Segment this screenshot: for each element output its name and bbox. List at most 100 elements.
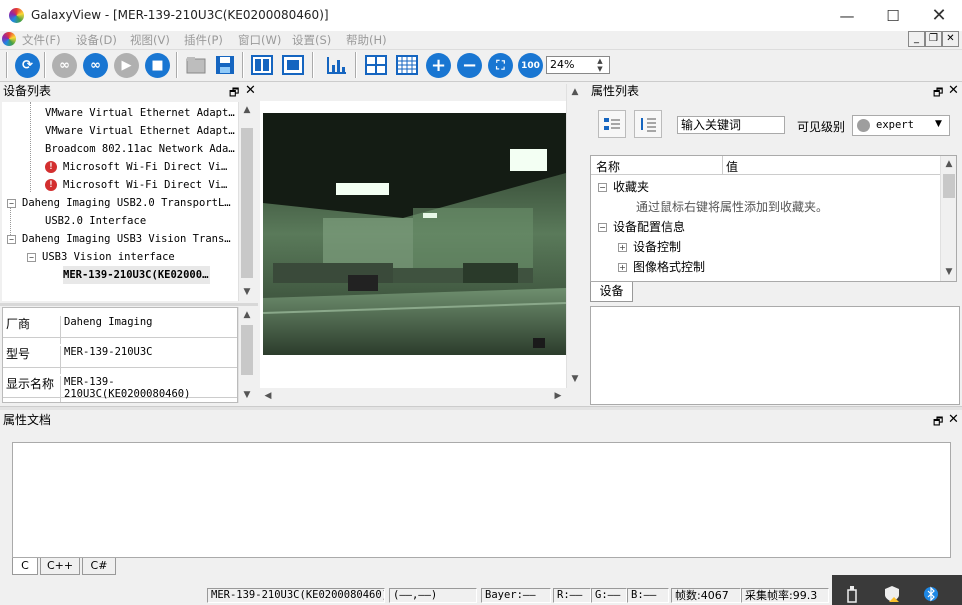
minimize-button[interactable]: — (824, 0, 870, 31)
image-view[interactable] (260, 101, 566, 388)
collapse-icon[interactable]: − (598, 183, 607, 192)
expand-icon[interactable]: + (618, 243, 627, 252)
histogram-icon[interactable] (325, 53, 349, 77)
categorized-view-button[interactable] (598, 110, 626, 138)
tree-item[interactable]: Broadcom 802.11ac Network Ada… (45, 140, 235, 158)
device-info-scrollbar[interactable]: ▲ ▼ (238, 307, 254, 403)
property-grid-scrollbar[interactable]: ▲ ▼ (940, 156, 956, 281)
view-vscrollbar[interactable]: ▲ ▼ (566, 84, 582, 388)
tree-item[interactable]: ! Microsoft Wi-Fi Direct Vi… (45, 176, 227, 194)
tab-cpp[interactable]: C++ (40, 558, 80, 575)
property-grid-header: 名称 值 (591, 156, 940, 175)
close-button[interactable]: ✕ (916, 0, 962, 31)
expand-icon[interactable]: + (618, 263, 627, 272)
panel-close-icon[interactable]: ✕ (245, 83, 256, 98)
bluetooth-icon[interactable] (924, 585, 938, 603)
split-view-icon[interactable] (250, 53, 274, 77)
zoom-spinner[interactable]: ▲ ▼ (592, 57, 608, 73)
link-icon[interactable]: ∞ (52, 53, 77, 78)
maximize-button[interactable]: ☐ (870, 0, 916, 31)
app-logo-icon (9, 8, 24, 23)
collapse-icon[interactable]: − (7, 198, 16, 208)
scroll-left-icon[interactable]: ◀ (260, 388, 276, 404)
pin-icon[interactable]: 🗗 (933, 84, 943, 103)
tree-item[interactable]: ! Microsoft Wi-Fi Direct Vi… (45, 158, 227, 176)
scroll-thumb[interactable] (241, 325, 253, 375)
property-row-image-format[interactable]: + 图像格式控制 (618, 257, 705, 277)
mdi-restore-button[interactable]: ❐ (925, 31, 942, 47)
collapse-icon[interactable]: − (27, 252, 36, 262)
tab-c[interactable]: C (12, 558, 38, 575)
window-title: GalaxyView - [MER-139-210U3C(KE020008046… (31, 8, 329, 22)
panel-close-icon[interactable]: ✕ (948, 83, 959, 98)
unlink-icon[interactable]: ∞ (83, 53, 108, 78)
menu-settings[interactable]: 设置(S) (292, 32, 331, 48)
col-value-header[interactable]: 值 (726, 158, 738, 175)
property-row-device-control[interactable]: + 设备控制 (618, 237, 681, 257)
tree-item[interactable]: VMware Virtual Ethernet Adapt… (45, 122, 235, 140)
grid-4-icon[interactable] (364, 53, 388, 77)
zoom-out-icon[interactable]: − (457, 53, 482, 78)
view-hscrollbar[interactable]: ◀ ▶ (260, 388, 566, 404)
tree-item[interactable]: VMware Virtual Ethernet Adapt… (45, 104, 235, 122)
splitter[interactable] (0, 406, 962, 410)
security-shield-icon[interactable] (884, 585, 900, 603)
tree-item-selected[interactable]: MER-139-210U3C(KE02000… (63, 266, 211, 284)
zoom-in-icon[interactable]: + (426, 53, 451, 78)
save-icon[interactable] (213, 53, 237, 77)
scroll-right-icon[interactable]: ▶ (550, 388, 566, 404)
play-icon[interactable]: ▶ (114, 53, 139, 78)
alphabetical-icon (641, 118, 656, 132)
scroll-down-icon[interactable]: ▼ (239, 284, 255, 300)
menu-view[interactable]: 视图(V) (130, 32, 170, 48)
device-tree-scrollbar[interactable]: ▲ ▼ (238, 102, 254, 301)
scroll-down-icon[interactable]: ▼ (941, 264, 957, 280)
scroll-up-icon[interactable]: ▲ (239, 307, 255, 323)
tab-device[interactable]: 设备 (590, 282, 633, 302)
tree-item[interactable]: − Daheng Imaging USB2.0 TransportL… (7, 194, 231, 212)
scroll-down-icon[interactable]: ▼ (567, 371, 583, 387)
grid-9-icon[interactable] (395, 53, 419, 77)
visibility-label: 可见级别 (797, 120, 846, 134)
alphabetical-view-button[interactable] (634, 110, 662, 138)
tab-csharp[interactable]: C# (82, 558, 116, 575)
menu-plugin[interactable]: 插件(P) (184, 32, 223, 48)
mdi-minimize-button[interactable]: _ (908, 31, 925, 47)
mdi-close-button[interactable]: ✕ (942, 31, 959, 47)
col-name-header[interactable]: 名称 (596, 158, 620, 175)
menu-file[interactable]: 文件(F) (22, 32, 61, 48)
pin-icon[interactable]: 🗗 (229, 84, 239, 103)
panel-close-icon[interactable]: ✕ (948, 412, 959, 427)
mdi-logo-icon[interactable] (2, 32, 16, 46)
menu-device[interactable]: 设备(D) (76, 32, 117, 48)
fullscreen-view-icon[interactable] (281, 53, 305, 77)
property-row-favorites[interactable]: − 收藏夹 (598, 177, 649, 197)
menu-help[interactable]: 帮助(H) (346, 32, 387, 48)
scroll-up-icon[interactable]: ▲ (239, 102, 255, 118)
collapse-icon[interactable]: − (7, 234, 16, 244)
collapse-icon[interactable]: − (598, 223, 607, 232)
menu-window[interactable]: 窗口(W) (238, 32, 281, 48)
info-key: 显示名称 (6, 377, 55, 391)
search-input[interactable]: 输入关键词 (677, 116, 785, 134)
pin-icon[interactable]: 🗗 (933, 413, 943, 432)
stop-icon[interactable]: ■ (145, 53, 170, 78)
error-icon: ! (45, 179, 57, 191)
visibility-select[interactable]: expert ▼ (852, 115, 950, 136)
scroll-up-icon[interactable]: ▲ (567, 84, 583, 100)
scroll-up-icon[interactable]: ▲ (941, 156, 957, 172)
fit-window-icon[interactable]: ⛶ (488, 53, 513, 78)
scroll-thumb[interactable] (241, 128, 253, 278)
tree-item[interactable]: USB2.0 Interface (45, 212, 146, 230)
tree-item[interactable]: − USB3 Vision interface (27, 248, 175, 266)
open-folder-icon[interactable] (184, 53, 208, 77)
zoom-100-button[interactable]: 100 (518, 53, 543, 78)
property-row-device-config[interactable]: − 设备配置信息 (598, 217, 685, 237)
tree-item[interactable]: − Daheng Imaging USB3 Vision Trans… (7, 230, 231, 248)
scroll-down-icon[interactable]: ▼ (239, 387, 255, 403)
doc-content (12, 442, 951, 558)
usb-drive-icon[interactable] (846, 585, 858, 603)
splitter[interactable] (0, 303, 258, 306)
scroll-thumb[interactable] (943, 174, 955, 198)
refresh-icon[interactable]: ⟳ (15, 53, 40, 78)
